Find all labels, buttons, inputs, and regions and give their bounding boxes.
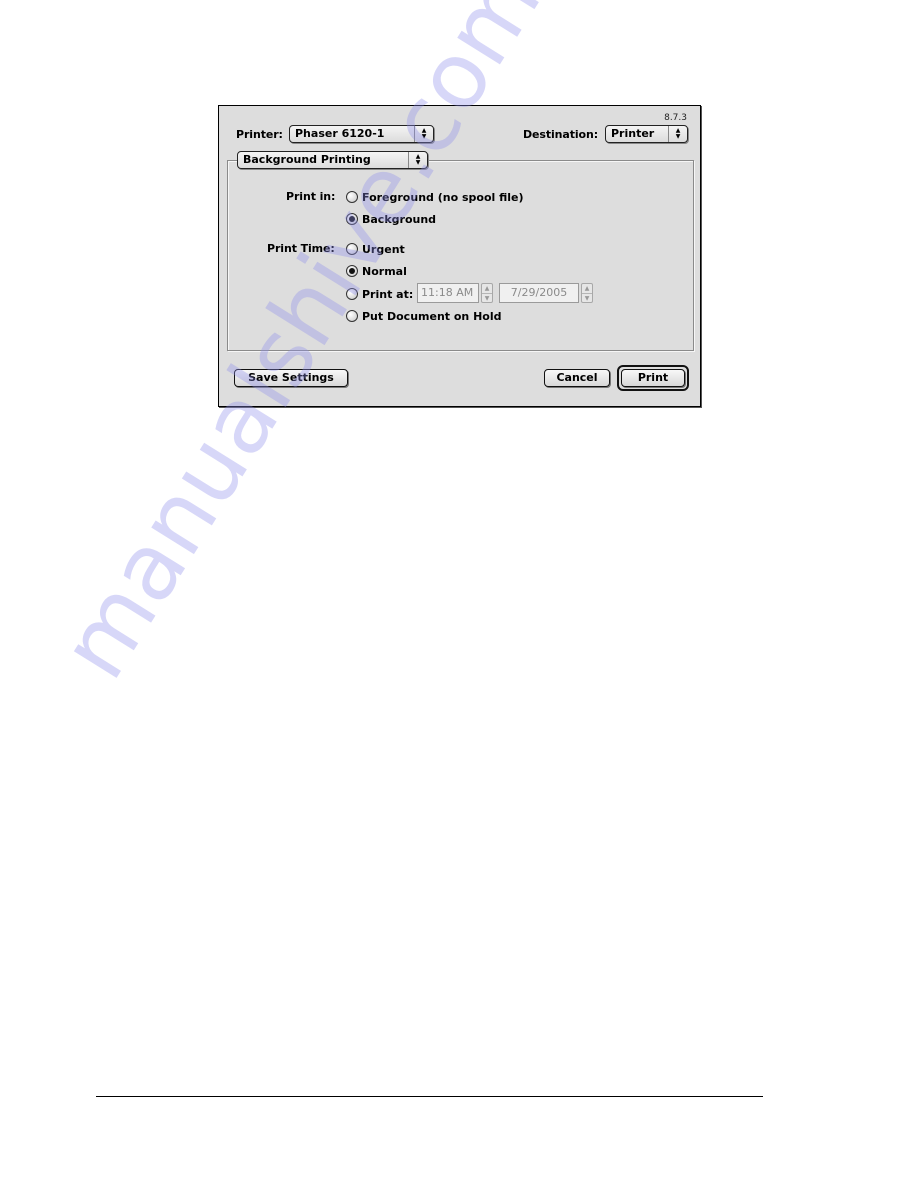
- print-in-label: Print in:: [286, 190, 336, 203]
- panel-selector-value: Background Printing: [243, 153, 371, 166]
- radio-background-label: Background: [362, 212, 437, 226]
- printer-label: Printer:: [236, 128, 283, 141]
- radio-urgent[interactable]: Urgent: [346, 242, 405, 256]
- print-dialog: 8.7.3 Printer: Phaser 6120-1 ▲ ▼ Destinat…: [218, 105, 701, 407]
- radio-put-on-hold[interactable]: Put Document on Hold: [346, 309, 502, 323]
- page-footer-rule: [96, 1096, 763, 1097]
- radio-button-selected-icon: [346, 265, 358, 277]
- destination-popup-value: Printer: [611, 127, 655, 140]
- radio-button-icon: [346, 243, 358, 255]
- up-down-arrows-icon: ▲ ▼: [408, 152, 427, 168]
- radio-normal-label: Normal: [362, 264, 407, 278]
- radio-foreground-label: Foreground (no spool file): [362, 190, 524, 204]
- stepper-up-icon: ▲: [482, 284, 492, 294]
- radio-put-on-hold-label: Put Document on Hold: [362, 309, 502, 323]
- radio-button-icon: [346, 191, 358, 203]
- radio-background[interactable]: Background: [346, 212, 436, 226]
- destination-popup[interactable]: Printer ▲ ▼: [605, 125, 688, 143]
- cancel-button[interactable]: Cancel: [544, 369, 610, 387]
- radio-button-icon: [346, 288, 358, 300]
- save-settings-button[interactable]: Save Settings: [234, 369, 348, 387]
- up-down-arrows-icon: ▲ ▼: [414, 126, 433, 142]
- radio-button-icon: [346, 310, 358, 322]
- radio-button-selected-icon: [346, 213, 358, 225]
- date-stepper[interactable]: ▲ ▼: [581, 283, 593, 303]
- print-time-label: Print Time:: [267, 242, 335, 255]
- radio-print-at-label: Print at:: [362, 287, 414, 301]
- radio-urgent-label: Urgent: [362, 242, 405, 256]
- version-label: 8.7.3: [664, 113, 687, 123]
- time-stepper[interactable]: ▲ ▼: [481, 283, 493, 303]
- up-down-arrows-icon: ▲ ▼: [668, 126, 687, 142]
- print-at-time-field[interactable]: 11:18 AM: [417, 283, 479, 303]
- print-button[interactable]: Print: [621, 369, 685, 387]
- stepper-down-icon: ▼: [484, 295, 490, 302]
- radio-normal[interactable]: Normal: [346, 264, 407, 278]
- print-at-date-field[interactable]: 7/29/2005: [499, 283, 579, 303]
- radio-foreground[interactable]: Foreground (no spool file): [346, 190, 524, 204]
- destination-label: Destination:: [523, 128, 599, 141]
- stepper-down-icon: ▼: [584, 295, 590, 302]
- panel-selector-popup[interactable]: Background Printing ▲ ▼: [237, 151, 428, 169]
- printer-popup-value: Phaser 6120-1: [295, 127, 385, 140]
- radio-print-at[interactable]: Print at:: [346, 287, 413, 301]
- stepper-up-icon: ▲: [582, 284, 592, 294]
- printer-popup[interactable]: Phaser 6120-1 ▲ ▼: [289, 125, 434, 143]
